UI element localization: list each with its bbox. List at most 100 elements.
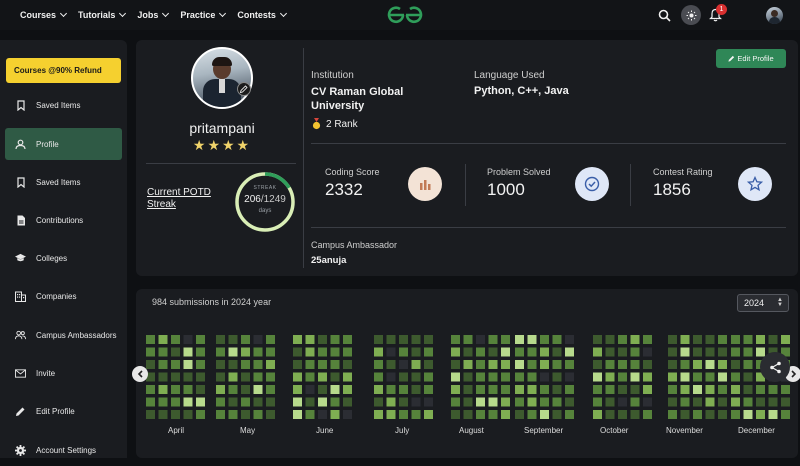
heatmap-cell[interactable] [196, 347, 205, 357]
heatmap-cell[interactable] [374, 397, 383, 407]
heatmap-cell[interactable] [330, 347, 340, 357]
share-button[interactable] [760, 352, 790, 382]
heatmap-cell[interactable] [605, 410, 615, 419]
heatmap-cell[interactable] [501, 347, 510, 357]
heatmap-cell[interactable] [183, 335, 193, 344]
heatmap-cell[interactable] [266, 385, 275, 394]
heatmap-cell[interactable] [756, 397, 765, 407]
heatmap-cell[interactable] [318, 372, 327, 382]
heatmap-cell[interactable] [565, 347, 574, 357]
heatmap-cell[interactable] [593, 347, 602, 357]
heatmap-cell[interactable] [399, 385, 408, 394]
heatmap-cell[interactable] [228, 335, 238, 344]
year-select[interactable]: 2024 ▲ ▼ [737, 294, 789, 312]
heatmap-cell[interactable] [705, 360, 715, 369]
heatmap-cell[interactable] [501, 360, 510, 369]
heatmap-cell[interactable] [781, 385, 790, 394]
heatmap-cell[interactable] [515, 397, 524, 407]
courses-refund-button[interactable]: Courses @90% Refund [6, 58, 121, 83]
heatmap-cell[interactable] [318, 360, 327, 369]
heatmap-cell[interactable] [680, 385, 690, 394]
heatmap-cell[interactable] [266, 360, 275, 369]
heatmap-cell[interactable] [705, 410, 715, 419]
search-button[interactable] [658, 0, 671, 30]
heatmap-cell[interactable] [266, 397, 275, 407]
heatmap-cell[interactable] [668, 410, 677, 419]
heatmap-cell[interactable] [731, 385, 740, 394]
heatmap-cell[interactable] [374, 360, 383, 369]
heatmap-cell[interactable] [643, 360, 652, 369]
heatmap-cell[interactable] [693, 360, 702, 369]
heatmap-cell[interactable] [643, 335, 652, 344]
heatmap-cell[interactable] [330, 397, 340, 407]
heatmap-cell[interactable] [196, 372, 205, 382]
heatmap-cell[interactable] [158, 335, 168, 344]
heatmap-cell[interactable] [386, 397, 396, 407]
heatmap-cell[interactable] [668, 372, 677, 382]
heatmap-cell[interactable] [343, 347, 352, 357]
heatmap-cell[interactable] [552, 335, 562, 344]
heatmap-cell[interactable] [399, 347, 408, 357]
heatmap-cell[interactable] [451, 372, 460, 382]
heatmap-cell[interactable] [552, 372, 562, 382]
sidebar-item-profile[interactable]: Profile [5, 128, 122, 160]
heatmap-cell[interactable] [540, 360, 549, 369]
heatmap-cell[interactable] [527, 360, 537, 369]
heatmap-cell[interactable] [488, 397, 498, 407]
heatmap-cell[interactable] [743, 410, 753, 419]
heatmap-cell[interactable] [424, 410, 433, 419]
heatmap-cell[interactable] [668, 385, 677, 394]
heatmap-cell[interactable] [386, 335, 396, 344]
heatmap-cell[interactable] [253, 397, 263, 407]
heatmap-cell[interactable] [743, 360, 753, 369]
heatmap-cell[interactable] [196, 335, 205, 344]
heatmap-cell[interactable] [527, 347, 537, 357]
heatmap-cell[interactable] [158, 360, 168, 369]
heatmap-cell[interactable] [552, 397, 562, 407]
heatmap-cell[interactable] [593, 410, 602, 419]
heatmap-cell[interactable] [540, 385, 549, 394]
heatmap-cell[interactable] [630, 360, 640, 369]
heatmap-cell[interactable] [488, 385, 498, 394]
heatmap-cell[interactable] [343, 397, 352, 407]
heatmap-cell[interactable] [216, 410, 225, 419]
heatmap-cell[interactable] [241, 335, 250, 344]
heatmap-cell[interactable] [756, 335, 765, 344]
heatmap-cell[interactable] [253, 372, 263, 382]
heatmap-cell[interactable] [476, 372, 485, 382]
heatmap-cell[interactable] [318, 410, 327, 419]
heatmap-cell[interactable] [693, 397, 702, 407]
heatmap-cell[interactable] [693, 410, 702, 419]
heatmap-cell[interactable] [374, 385, 383, 394]
heatmap-cell[interactable] [630, 397, 640, 407]
heatmap-cell[interactable] [343, 410, 352, 419]
heatmap-cell[interactable] [171, 347, 180, 357]
heatmap-cell[interactable] [374, 347, 383, 357]
heatmap-cell[interactable] [680, 335, 690, 344]
heatmap-cell[interactable] [241, 372, 250, 382]
heatmap-cell[interactable] [183, 397, 193, 407]
heatmap-cell[interactable] [552, 410, 562, 419]
heatmap-cell[interactable] [718, 335, 727, 344]
theme-toggle-button[interactable] [681, 0, 701, 30]
heatmap-cell[interactable] [593, 397, 602, 407]
heatmap-cell[interactable] [643, 410, 652, 419]
sidebar-item-companies[interactable]: Companies [5, 280, 122, 312]
heatmap-cell[interactable] [781, 410, 790, 419]
heatmap-cell[interactable] [768, 335, 778, 344]
heatmap-cell[interactable] [756, 410, 765, 419]
heatmap-cell[interactable] [488, 410, 498, 419]
heatmap-cell[interactable] [241, 397, 250, 407]
heatmap-cell[interactable] [476, 385, 485, 394]
heatmap-cell[interactable] [399, 397, 408, 407]
heatmap-cell[interactable] [146, 360, 155, 369]
heatmap-cell[interactable] [743, 335, 753, 344]
heatmap-cell[interactable] [343, 385, 352, 394]
heatmap-cell[interactable] [386, 360, 396, 369]
heatmap-cell[interactable] [718, 385, 727, 394]
heatmap-cell[interactable] [305, 410, 315, 419]
heatmap-cell[interactable] [552, 360, 562, 369]
heatmap-cell[interactable] [488, 360, 498, 369]
gfg-logo-icon[interactable] [386, 4, 424, 26]
heatmap-cell[interactable] [183, 347, 193, 357]
